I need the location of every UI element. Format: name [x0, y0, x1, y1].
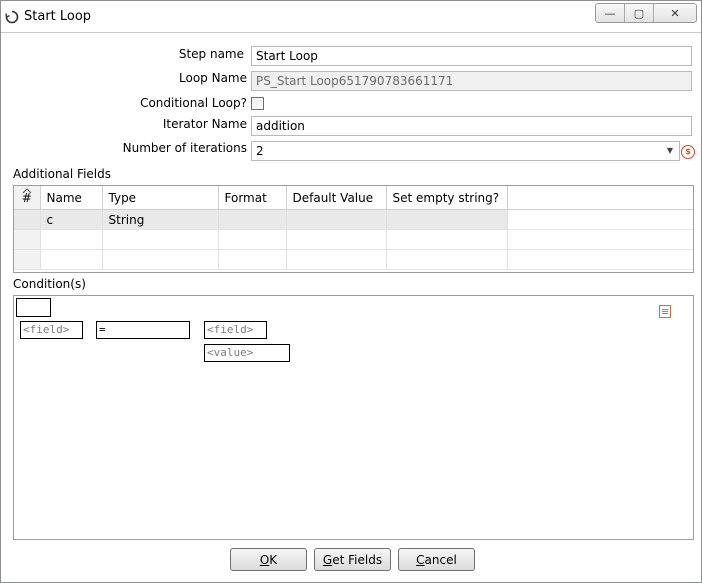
chevron-down-icon[interactable]: ▼ [663, 144, 677, 158]
window-title: Start Loop [24, 9, 92, 24]
negate-box[interactable] [16, 298, 51, 317]
additional-fields-label: Additional Fields [13, 167, 112, 181]
condition-editor[interactable]: <field> = <field> <value> [13, 295, 694, 540]
cell-empty [286, 229, 387, 250]
cell-filler [507, 249, 693, 270]
cell-filler [507, 229, 693, 250]
cancel-button[interactable]: Cancel [398, 548, 475, 571]
conditional-loop-checkbox[interactable] [251, 97, 264, 110]
cell-empty[interactable] [386, 209, 508, 230]
right-value-box[interactable]: <value> [204, 344, 290, 362]
cell-type[interactable]: String [102, 209, 219, 230]
start-loop-dialog: Start Loop — ▢ ✕ Step name Start Loop Lo… [0, 0, 702, 583]
iterator-name-label: Iterator Name [162, 117, 247, 131]
minimize-button[interactable]: — [596, 4, 625, 22]
loop-icon [5, 10, 19, 24]
iterations-label: Number of iterations [122, 141, 247, 155]
cell-empty [40, 249, 103, 270]
iterations-combo[interactable]: 2 ▼ [251, 141, 680, 161]
loop-name-field: PS_Start Loop651790783661171 [251, 71, 692, 91]
cell-empty [386, 249, 508, 270]
column-header-name[interactable]: Name [40, 186, 103, 210]
column-header-set-empty-string[interactable]: Set empty string? [386, 186, 508, 210]
cell-filler [507, 209, 693, 230]
cell-format[interactable] [218, 209, 287, 230]
window-controls: — ▢ ✕ [595, 3, 697, 23]
close-button[interactable]: ✕ [654, 4, 696, 22]
additional-fields-table: # Name Type Format Default Value Set emp… [13, 185, 694, 273]
get-fields-label: et Fields [332, 552, 383, 567]
cell-empty [218, 249, 287, 270]
column-header-type[interactable]: Type [102, 186, 219, 210]
step-name-field[interactable]: Start Loop [251, 46, 692, 66]
ok-button[interactable]: OK [230, 548, 307, 571]
operator-box[interactable]: = [96, 321, 190, 339]
ok-mnemonic: O [259, 552, 270, 567]
variable-icon: $ [681, 145, 695, 159]
cell-name[interactable]: c [40, 209, 103, 230]
row-number-cell [14, 249, 41, 270]
table-row[interactable]: c String [14, 209, 693, 230]
iterator-name-field[interactable]: addition [251, 116, 692, 136]
get-fields-button[interactable]: Get Fields [314, 548, 391, 571]
cancel-label: ancel [424, 552, 457, 567]
cell-empty [102, 229, 219, 250]
conditions-label: Condition(s) [13, 277, 86, 291]
iterations-value: 2 [256, 144, 264, 158]
sort-indicator-icon [22, 188, 32, 194]
row-number-cell [14, 229, 41, 250]
table-row-empty [14, 249, 693, 270]
title-bar: Start Loop — ▢ ✕ [1, 1, 701, 33]
row-number-cell [14, 209, 41, 230]
step-name-label: Step name [178, 47, 244, 61]
cell-empty [40, 229, 103, 250]
maximize-button[interactable]: ▢ [625, 4, 654, 22]
edit-condition-icon[interactable] [659, 305, 671, 318]
column-header-default-value[interactable]: Default Value [286, 186, 387, 210]
minimize-icon: — [604, 6, 616, 20]
get-fields-mnemonic: G [322, 552, 333, 567]
cell-empty [218, 229, 287, 250]
column-header-format[interactable]: Format [218, 186, 287, 210]
table-row-empty [14, 229, 693, 250]
ok-label: K [269, 552, 278, 567]
column-header-filler [507, 186, 693, 210]
loop-name-label: Loop Name [179, 71, 247, 85]
conditional-loop-label: Conditional Loop? [140, 96, 247, 110]
cell-empty [386, 229, 508, 250]
cell-default[interactable] [286, 209, 387, 230]
cell-empty [102, 249, 219, 270]
cancel-mnemonic: C [416, 552, 425, 567]
left-field-box[interactable]: <field> [20, 321, 83, 339]
maximize-icon: ▢ [633, 6, 645, 20]
close-icon: ✕ [670, 6, 680, 20]
cell-empty [286, 249, 387, 270]
right-field-box[interactable]: <field> [204, 321, 267, 339]
